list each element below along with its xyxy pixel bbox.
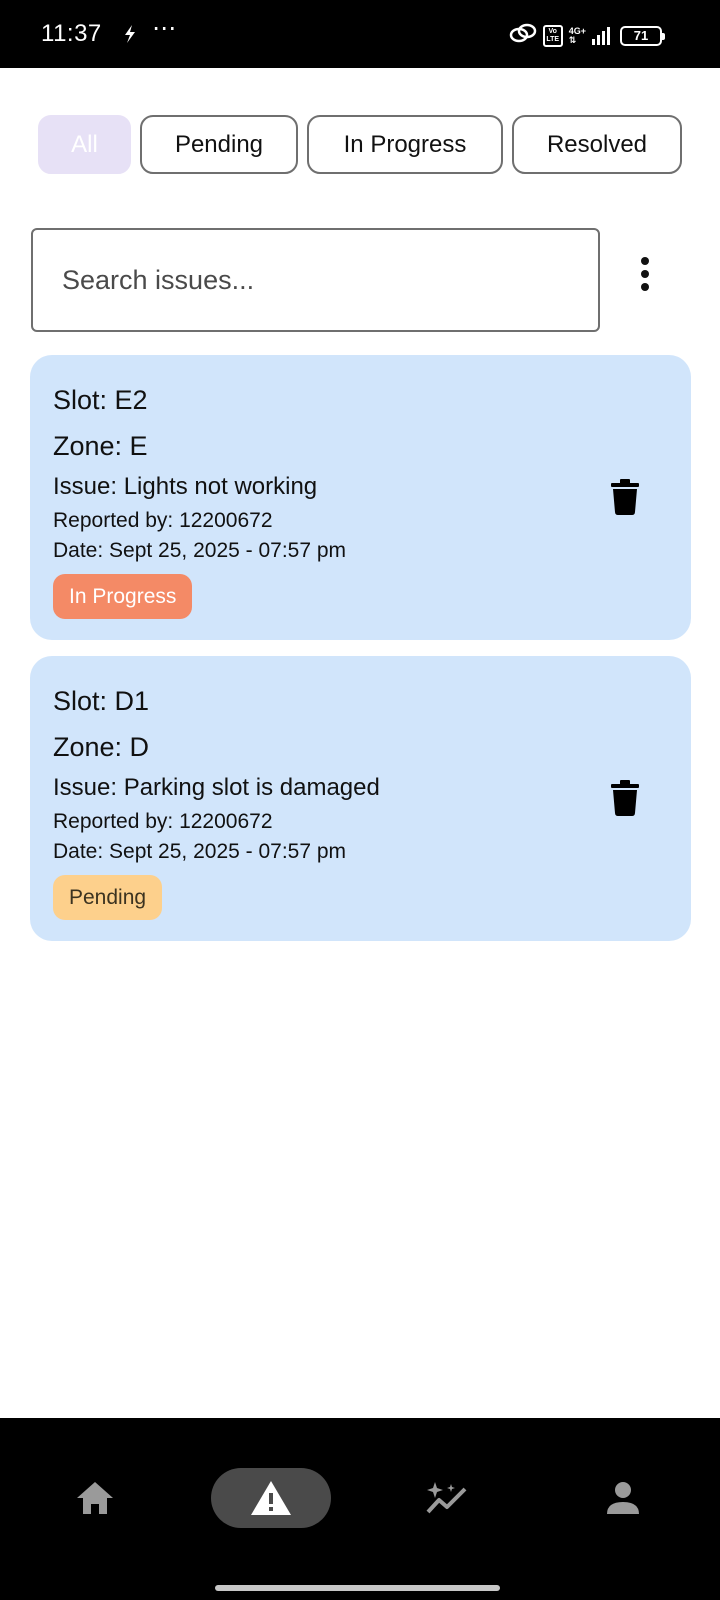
flash-icon <box>122 24 138 49</box>
issue-card[interactable]: Slot: D1 Zone: D Issue: Parking slot is … <box>30 656 691 941</box>
issue-slot: Slot: E2 <box>53 385 148 415</box>
search-input[interactable] <box>31 228 600 332</box>
issue-slot: Slot: D1 <box>53 686 150 716</box>
issue-zone: Zone: E <box>53 431 148 461</box>
signal-icon <box>592 26 610 45</box>
bottom-navigation <box>0 1418 720 1600</box>
issue-date: Date: Sept 25, 2025 - 07:57 pm <box>53 840 347 863</box>
warning-icon <box>251 1481 291 1515</box>
delete-icon[interactable] <box>610 479 640 515</box>
delete-icon[interactable] <box>610 780 640 816</box>
filter-chip-all[interactable]: All <box>38 115 131 174</box>
status-bar: 11:37 ⋯ Vo LTE 4G+ ⇅ 71 <box>0 0 720 68</box>
nav-insights[interactable] <box>387 1468 507 1528</box>
home-indicator[interactable] <box>215 1585 500 1591</box>
nav-profile[interactable] <box>563 1468 683 1528</box>
person-icon <box>607 1482 639 1514</box>
link-icon <box>509 22 537 49</box>
issue-description: Issue: Parking slot is damaged <box>53 774 380 801</box>
battery-icon: 71 <box>620 25 665 46</box>
issue-card[interactable]: Slot: E2 Zone: E Issue: Lights not worki… <box>30 355 691 640</box>
nav-home[interactable] <box>35 1468 155 1528</box>
issue-zone: Zone: D <box>53 732 150 762</box>
clock: 11:37 <box>41 20 102 47</box>
filter-chip-in-progress[interactable]: In Progress <box>307 115 503 174</box>
status-badge: In Progress <box>53 574 193 619</box>
status-icons: Vo LTE 4G+ ⇅ 71 <box>509 22 665 49</box>
network-type-icon: 4G+ ⇅ <box>568 25 586 45</box>
status-badge: Pending <box>53 875 163 920</box>
issue-reporter: Reported by: 12200672 <box>53 810 273 833</box>
filter-chip-resolved[interactable]: Resolved <box>512 115 682 174</box>
more-options-icon[interactable] <box>630 254 660 294</box>
issue-reporter: Reported by: 12200672 <box>53 509 273 532</box>
issue-date: Date: Sept 25, 2025 - 07:57 pm <box>53 539 347 562</box>
more-notifications-icon: ⋯ <box>152 15 177 42</box>
home-icon <box>77 1482 113 1514</box>
filter-chip-pending[interactable]: Pending <box>140 115 298 174</box>
insights-icon <box>426 1482 467 1514</box>
volte-icon: Vo LTE <box>542 24 563 47</box>
nav-issues[interactable] <box>211 1468 331 1528</box>
issue-description: Issue: Lights not working <box>53 473 318 500</box>
